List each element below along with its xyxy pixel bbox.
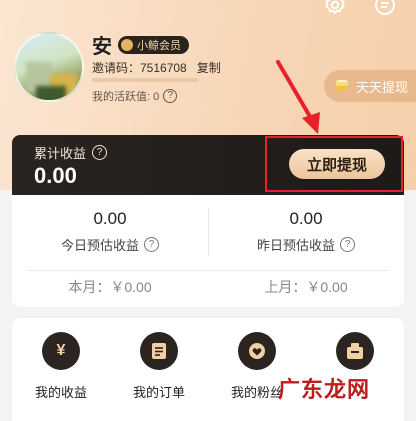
total-earnings-value: 0.00: [34, 163, 77, 188]
grid-item-my-earnings[interactable]: ¥ 我的收益: [12, 332, 110, 401]
avatar[interactable]: [14, 32, 84, 102]
yen-icon: ¥: [42, 332, 80, 370]
this-month-income: 本月：￥0.00: [68, 279, 152, 295]
heart-icon: [238, 332, 276, 370]
question-icon[interactable]: ?: [92, 145, 108, 160]
daily-withdraw-label: 天天提现: [356, 79, 409, 95]
question-icon[interactable]: ?: [163, 89, 178, 103]
copy-button[interactable]: 复制: [197, 59, 221, 76]
today-income: 0.00 今日预估收益 ?: [12, 209, 208, 254]
daily-withdraw-button[interactable]: 天天提现: [324, 70, 416, 102]
total-earnings-label-row: 累计收益 ?: [34, 143, 108, 162]
highlight-box: [265, 136, 403, 192]
gear-icon[interactable]: [322, 0, 348, 18]
coin-stack-icon: [336, 79, 348, 92]
income-card: 0.00 今日预估收益 ? 0.00 昨日预估收益 ? 本月：￥0.00 上月：…: [12, 195, 404, 307]
invite-row: 邀请码：7516708 复制: [92, 59, 221, 76]
function-grid: ¥ 我的收益 我的订单 我的粉丝: [12, 318, 404, 421]
vip-badge[interactable]: 小鲸会员: [118, 35, 189, 54]
divider: [26, 270, 390, 271]
activity-row: 我的活跃值: 0 ?: [92, 88, 178, 104]
order-icon: [140, 332, 178, 370]
grid-item-label: 我的订单: [132, 385, 185, 400]
invite-code: 邀请码：7516708: [92, 61, 187, 75]
top-icons: [322, 0, 398, 18]
today-income-label-row: 今日预估收益 ?: [12, 235, 208, 254]
today-income-value: 0.00: [93, 209, 127, 228]
yesterday-income-label-row: 昨日预估收益 ?: [208, 235, 404, 254]
today-income-label: 今日预估收益: [60, 238, 139, 253]
last-month-income: 上月：￥0.00: [264, 279, 348, 295]
activity-label: 我的活跃值: 0: [92, 91, 160, 103]
question-icon[interactable]: ?: [144, 237, 159, 252]
yesterday-income-label: 昨日预估收益: [256, 238, 335, 253]
watermark: 广东龙网: [278, 377, 371, 403]
arrow-annotation: [276, 60, 320, 134]
vip-coin-icon: [121, 38, 133, 51]
message-icon[interactable]: [372, 0, 398, 18]
avatar-pixel-block: [36, 86, 66, 100]
user-name: 安: [92, 36, 112, 58]
name-row: 安 小鲸会员: [92, 30, 189, 59]
activity-progress-bar: [92, 78, 198, 82]
question-icon[interactable]: ?: [340, 237, 355, 252]
yesterday-income-value: 0.00: [289, 209, 323, 228]
yesterday-income: 0.00 昨日预估收益 ?: [208, 209, 404, 254]
grid-item-label: 我的收益: [34, 385, 87, 400]
grid-item-my-orders[interactable]: 我的订单: [110, 332, 208, 401]
total-earnings-label: 累计收益: [34, 146, 87, 161]
vip-label: 小鲸会员: [137, 39, 181, 52]
box-icon: [336, 332, 374, 370]
